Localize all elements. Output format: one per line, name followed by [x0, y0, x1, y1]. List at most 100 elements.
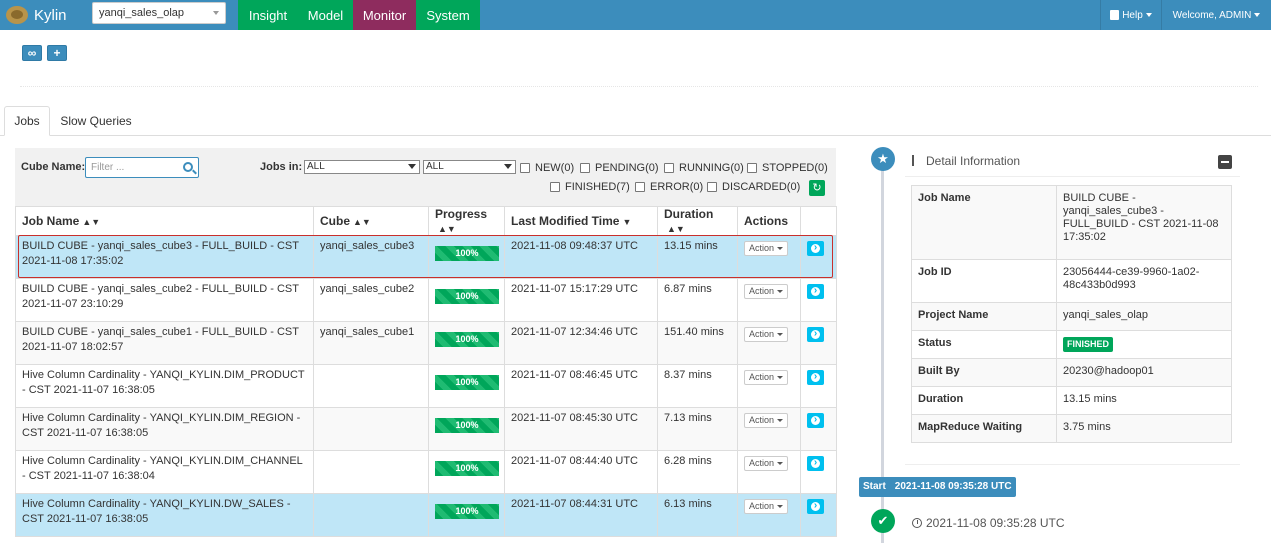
job-type-select[interactable]: ALL [423, 160, 516, 174]
detail-value: 13.15 mins [1056, 386, 1232, 415]
table-row[interactable]: BUILD CUBE - yanqi_sales_cube1 - FULL_BU… [15, 321, 837, 365]
col-actions: Actions [737, 206, 801, 236]
check-icon: ✔ [871, 509, 895, 533]
nav-insight[interactable]: Insight [238, 0, 298, 30]
action-dropdown-button[interactable]: Action [744, 370, 789, 385]
col-job-name[interactable]: Job Name ▲▼ [15, 206, 314, 236]
checkbox-box[interactable] [707, 182, 717, 192]
status-badge: FINISHED [1063, 337, 1114, 352]
detail-key: MapReduce Waiting [911, 414, 1057, 443]
checkbox-box[interactable] [635, 182, 645, 192]
refresh-button[interactable]: ↻ [809, 180, 825, 196]
status-checkbox-pending[interactable]: PENDING(0) [580, 162, 659, 174]
table-row[interactable]: BUILD CUBE - yanqi_sales_cube2 - FULL_BU… [15, 278, 837, 322]
brand[interactable]: Kylin [0, 0, 80, 30]
checkbox-box[interactable] [520, 163, 530, 173]
nav-model[interactable]: Model [298, 0, 353, 30]
nav-system[interactable]: System [416, 0, 480, 30]
search-icon[interactable] [183, 162, 193, 172]
progress-cell: 100% [428, 407, 505, 451]
brand-label: Kylin [34, 6, 67, 24]
cube-cell: yanqi_sales_cube3 [313, 235, 429, 279]
status-checkbox-stopped[interactable]: STOPPED(0) [747, 162, 828, 174]
detail-row: Job Name BUILD CUBE - yanqi_sales_cube3 … [911, 185, 1232, 260]
jobs-table: Job Name ▲▼ Cube ▲▼ Progress▲▼ Last Modifi… [15, 206, 837, 537]
status-checkbox-finished[interactable]: FINISHED(7) [550, 181, 630, 193]
users-button[interactable]: ∞ [22, 45, 42, 61]
action-dropdown-button[interactable]: Action [744, 327, 789, 342]
table-row[interactable]: BUILD CUBE - yanqi_sales_cube3 - FULL_BU… [15, 235, 837, 279]
add-button[interactable]: + [47, 45, 67, 61]
progress-bar: 100% [435, 418, 499, 433]
checkbox-box[interactable] [550, 182, 560, 192]
checkbox-box[interactable] [747, 163, 757, 173]
help-label: Help [1122, 9, 1143, 21]
status-checkbox-discarded[interactable]: DISCARDED(0) [707, 181, 800, 193]
detail-cell [800, 364, 837, 408]
project-select[interactable]: yanqi_sales_olap [92, 2, 226, 24]
actions-cell: Action [737, 493, 801, 537]
col-progress[interactable]: Progress ▲▼ [428, 206, 505, 236]
col-modified[interactable]: Last Modified Time ▼ [504, 206, 658, 236]
chevron-right-circle-icon[interactable] [807, 413, 824, 428]
progress-cell: 100% [428, 321, 505, 365]
detail-value: 3.75 mins [1056, 414, 1232, 443]
collapse-button[interactable] [1218, 155, 1232, 169]
chevron-right-circle-icon[interactable] [807, 241, 824, 256]
sort-desc-icon: ▼ [622, 217, 632, 227]
action-dropdown-button[interactable]: Action [744, 499, 789, 514]
job-name-cell: BUILD CUBE - yanqi_sales_cube1 - FULL_BU… [15, 321, 314, 365]
caret-down-icon [777, 290, 784, 294]
action-dropdown-button[interactable]: Action [744, 456, 789, 471]
duration-cell: 6.13 mins [657, 493, 738, 537]
action-label: Action [749, 243, 775, 253]
col-duration[interactable]: Duration ▲▼ [657, 206, 738, 236]
chevron-down-icon [213, 11, 219, 15]
nav-monitor[interactable]: Monitor [353, 0, 416, 30]
status-label: PENDING(0) [595, 162, 659, 174]
col-label: Actions [744, 214, 789, 228]
chevron-right-circle-icon[interactable] [807, 456, 824, 471]
tab-jobs[interactable]: Jobs [4, 106, 50, 136]
users-icon: ∞ [27, 46, 37, 60]
start-label: Start [863, 481, 886, 492]
col-label: Last Modified Time [511, 214, 620, 228]
table-row[interactable]: Hive Column Cardinality - YANQI_KYLIN.DI… [15, 450, 837, 494]
status-checkbox-running[interactable]: RUNNING(0) [664, 162, 744, 174]
help-menu[interactable]: Help [1100, 0, 1162, 30]
job-name-cell: Hive Column Cardinality - YANQI_KYLIN.DI… [15, 450, 314, 494]
tabs-divider [0, 135, 1271, 136]
divider [20, 86, 1258, 87]
checkbox-box[interactable] [664, 163, 674, 173]
time-filter-select[interactable]: ALL [304, 160, 420, 174]
col-cube[interactable]: Cube ▲▼ [313, 206, 429, 236]
col-label: Job Name [22, 214, 80, 228]
status-checkbox-new[interactable]: NEW(0) [520, 162, 574, 174]
chevron-right-circle-icon[interactable] [807, 499, 824, 514]
cube-filter-input[interactable]: Filter ... [85, 157, 199, 178]
star-icon: ★ [871, 147, 895, 171]
sort-icon: ▲▼ [353, 217, 371, 227]
table-row[interactable]: Hive Column Cardinality - YANQI_KYLIN.DI… [15, 364, 837, 408]
chevron-right-circle-icon[interactable] [807, 284, 824, 299]
table-header-row: Job Name ▲▼ Cube ▲▼ Progress▲▼ Last Modifi… [15, 206, 837, 236]
modified-cell: 2021-11-08 09:48:37 UTC [504, 235, 658, 279]
plus-icon: + [53, 46, 61, 60]
checkbox-box[interactable] [580, 163, 590, 173]
tab-slow-queries[interactable]: Slow Queries [52, 106, 140, 136]
job-name-cell: Hive Column Cardinality - YANQI_KYLIN.DI… [15, 364, 314, 408]
divider [905, 464, 1240, 465]
table-row[interactable]: Hive Column Cardinality - YANQI_KYLIN.DW… [15, 493, 837, 537]
table-row[interactable]: Hive Column Cardinality - YANQI_KYLIN.DI… [15, 407, 837, 451]
chevron-right-circle-icon[interactable] [807, 327, 824, 342]
user-menu[interactable]: Welcome, ADMIN [1162, 0, 1271, 30]
job-type-value: ALL [426, 161, 444, 172]
chevron-right-circle-icon[interactable] [807, 370, 824, 385]
action-dropdown-button[interactable]: Action [744, 413, 789, 428]
detail-row: Duration 13.15 mins [911, 386, 1232, 415]
status-checkbox-error[interactable]: ERROR(0) [635, 181, 703, 193]
progress-bar: 100% [435, 504, 499, 519]
action-dropdown-button[interactable]: Action [744, 241, 789, 256]
progress-cell: 100% [428, 493, 505, 537]
action-dropdown-button[interactable]: Action [744, 284, 789, 299]
